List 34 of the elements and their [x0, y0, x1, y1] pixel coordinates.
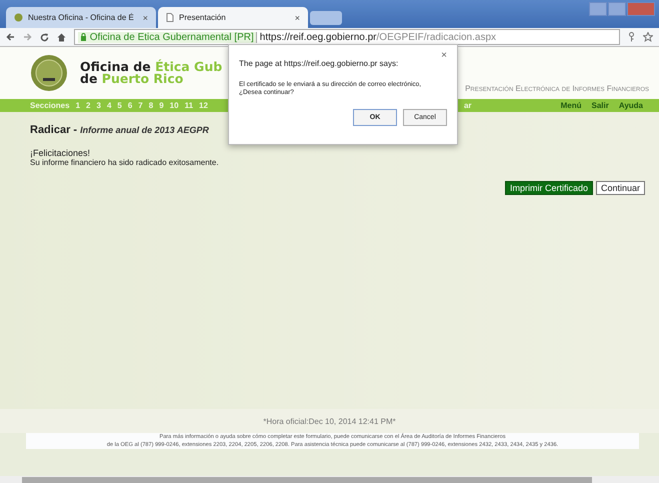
close-icon[interactable]: ×: [294, 12, 300, 22]
browser-tab[interactable]: Presentación ×: [158, 7, 308, 28]
message-title: ¡Felicitaciones!: [30, 148, 92, 158]
browser-tab[interactable]: Nuestra Oficina - Oficina de É ×: [6, 7, 156, 28]
new-tab-button[interactable]: [310, 11, 342, 25]
minimize-button[interactable]: [589, 2, 607, 16]
official-time: *Hora oficial:Dec 10, 2014 12:41 PM*: [0, 409, 659, 433]
close-icon[interactable]: ×: [142, 12, 148, 22]
forward-icon[interactable]: [23, 33, 32, 41]
key-icon[interactable]: [628, 32, 635, 42]
menu-link[interactable]: Salir: [592, 101, 609, 110]
seal-icon: [30, 54, 68, 92]
menu-link[interactable]: Menú: [560, 101, 582, 110]
dialog-title: The page at https://reif.oeg.gobierno.pr says:: [239, 59, 398, 68]
lock-icon: [80, 32, 87, 40]
home-icon[interactable]: [57, 32, 66, 42]
continue-button[interactable]: Continuar: [596, 181, 645, 195]
site-title: Oficina de Ética Gub de Puerto Rico: [80, 61, 222, 85]
close-button[interactable]: [627, 2, 655, 16]
reload-icon[interactable]: [40, 32, 49, 42]
back-icon[interactable]: [6, 33, 15, 41]
message-text: Su informe financiero ha sido radicado exitosamente.: [30, 158, 220, 167]
page-heading: Radicar - Informe anual de 2013 AEGPR: [30, 124, 209, 136]
page-icon: [166, 13, 174, 22]
menu-link[interactable]: Ayuda: [618, 101, 643, 110]
globe-icon: [14, 13, 23, 22]
close-icon[interactable]: ×: [441, 50, 447, 61]
address-field[interactable]: Oficina de Etica Gubernamental [PR] https://reif.oeg.gobierno.pr/OEGPEIF/radicacion.aspx: [74, 29, 620, 45]
site-subtitle: Presentación Electrónica de Informes Financieros: [465, 84, 649, 93]
star-icon[interactable]: [643, 32, 653, 42]
print-button[interactable]: Imprimir Certificado: [504, 181, 593, 195]
restore-button[interactable]: [608, 2, 626, 16]
nav-label: Secciones: [30, 101, 70, 110]
horizontal-scrollbar[interactable]: [0, 476, 659, 483]
